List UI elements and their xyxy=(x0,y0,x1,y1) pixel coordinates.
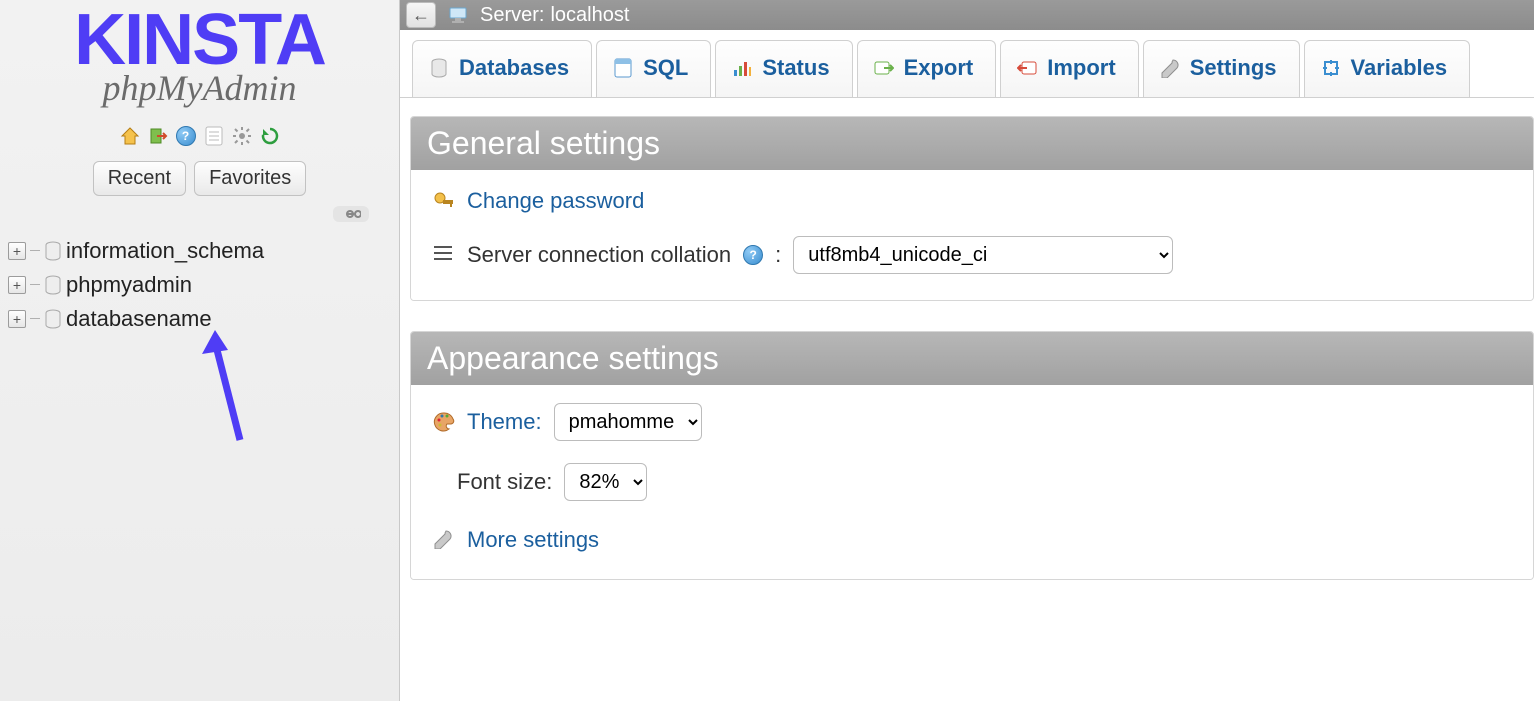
tab-label: Settings xyxy=(1190,55,1277,81)
database-icon xyxy=(44,309,62,329)
expand-icon[interactable]: + xyxy=(8,276,26,294)
main: ← Server: localhost Databases SQL Status xyxy=(400,0,1534,701)
tab-export[interactable]: Export xyxy=(857,40,997,97)
collation-label: Server connection collation xyxy=(467,242,731,268)
status-icon xyxy=(732,58,752,78)
more-settings-link[interactable]: More settings xyxy=(467,527,599,553)
database-tree: + information_schema + phpmyadmin + data… xyxy=(0,234,399,336)
expand-icon[interactable]: + xyxy=(8,310,26,328)
tab-sql[interactable]: SQL xyxy=(596,40,711,97)
topbar: ← Server: localhost xyxy=(400,0,1534,30)
brand-sub: phpMyAdmin xyxy=(74,67,325,109)
link-icon[interactable] xyxy=(333,206,369,222)
expand-icon[interactable]: + xyxy=(8,242,26,260)
collation-icon xyxy=(433,244,455,266)
database-item[interactable]: + information_schema xyxy=(8,234,399,268)
database-item[interactable]: + databasename xyxy=(8,302,399,336)
help-icon[interactable]: ? xyxy=(743,245,763,265)
gear-icon[interactable] xyxy=(231,125,253,147)
brand-main: KINSTA xyxy=(74,8,325,73)
tab-label: Status xyxy=(762,55,829,81)
sidebar-quick-icons: ? xyxy=(119,125,281,147)
logout-icon[interactable] xyxy=(147,125,169,147)
tab-status[interactable]: Status xyxy=(715,40,852,97)
panel-title: Appearance settings xyxy=(411,332,1533,385)
panel-general-settings: General settings Change password Server … xyxy=(410,116,1534,301)
wrench-icon xyxy=(1160,58,1180,78)
sql-doc-icon[interactable] xyxy=(203,125,225,147)
database-label: databasename xyxy=(66,306,212,332)
font-size-label: Font size: xyxy=(457,469,552,495)
collation-select[interactable]: utf8mb4_unicode_ci xyxy=(793,236,1173,274)
brand-block: KINSTA phpMyAdmin xyxy=(74,8,325,109)
database-label: information_schema xyxy=(66,238,264,264)
database-icon xyxy=(44,241,62,261)
lock-key-icon xyxy=(433,190,455,212)
tab-settings[interactable]: Settings xyxy=(1143,40,1300,97)
tab-label: Variables xyxy=(1351,55,1448,81)
tab-label: SQL xyxy=(643,55,688,81)
sidebar: KINSTA phpMyAdmin ? Recent Favorites xyxy=(0,0,400,701)
export-icon xyxy=(874,58,894,78)
variables-icon xyxy=(1321,58,1341,78)
tab-label: Export xyxy=(904,55,974,81)
help-icon[interactable]: ? xyxy=(175,125,197,147)
sidebar-link-row xyxy=(0,206,399,222)
server-prefix: Server: xyxy=(480,4,544,27)
import-icon xyxy=(1017,58,1037,78)
change-password-link[interactable]: Change password xyxy=(467,188,644,214)
panel-appearance-settings: Appearance settings Theme: pmahomme Font… xyxy=(410,331,1534,580)
main-tabs: Databases SQL Status Export Import xyxy=(400,30,1534,98)
server-name: localhost xyxy=(550,4,629,27)
reload-icon[interactable] xyxy=(259,125,281,147)
panel-title: General settings xyxy=(411,117,1533,170)
font-size-select[interactable]: 82% xyxy=(564,463,647,501)
back-button[interactable]: ← xyxy=(406,2,436,28)
home-icon[interactable] xyxy=(119,125,141,147)
tab-variables[interactable]: Variables xyxy=(1304,40,1471,97)
server-icon xyxy=(448,5,468,25)
tab-label: Import xyxy=(1047,55,1115,81)
content: General settings Change password Server … xyxy=(400,98,1534,610)
tab-label: Databases xyxy=(459,55,569,81)
tab-databases[interactable]: Databases xyxy=(412,40,592,97)
sql-icon xyxy=(613,58,633,78)
theme-label: Theme: xyxy=(467,409,542,435)
tab-recent[interactable]: Recent xyxy=(93,161,186,196)
wrench-icon xyxy=(433,529,455,551)
tab-favorites[interactable]: Favorites xyxy=(194,161,306,196)
database-icon xyxy=(44,275,62,295)
database-item[interactable]: + phpmyadmin xyxy=(8,268,399,302)
palette-icon xyxy=(433,411,455,433)
database-label: phpmyadmin xyxy=(66,272,192,298)
database-icon xyxy=(429,58,449,78)
annotation-arrow xyxy=(200,330,260,450)
tab-import[interactable]: Import xyxy=(1000,40,1138,97)
theme-select[interactable]: pmahomme xyxy=(554,403,702,441)
sidebar-tabs: Recent Favorites xyxy=(93,161,307,196)
